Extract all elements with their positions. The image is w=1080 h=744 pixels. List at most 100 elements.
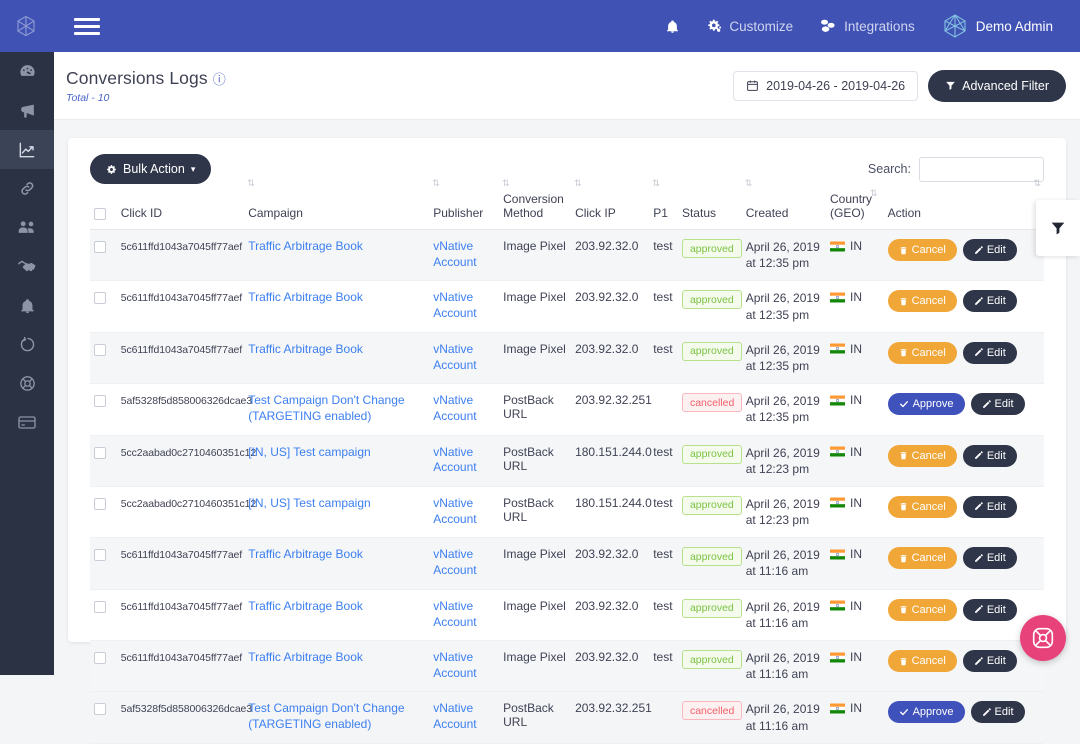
sidebar-item-support[interactable]: [0, 364, 54, 403]
select-all-checkbox[interactable]: [94, 208, 106, 220]
publisher-link[interactable]: vNative Account: [433, 239, 476, 269]
edit-button[interactable]: Edit: [963, 547, 1017, 569]
row-checkbox[interactable]: [94, 652, 106, 664]
edit-button[interactable]: Edit: [963, 599, 1017, 621]
sidebar-item-campaigns[interactable]: [0, 91, 54, 130]
campaign-link[interactable]: Test Campaign Don't Change (TARGETING en…: [248, 701, 404, 731]
sort-updown-icon[interactable]: ⇅: [247, 179, 255, 188]
sort-updown-icon[interactable]: ⇅: [652, 179, 660, 188]
column-status[interactable]: Status: [678, 190, 742, 230]
sidebar-item-automation[interactable]: [0, 325, 54, 364]
sidebar-item-dashboard[interactable]: [0, 52, 54, 91]
edit-button[interactable]: Edit: [971, 393, 1025, 415]
column-publisher[interactable]: ⇅ Publisher: [429, 190, 499, 230]
column-created[interactable]: ⇅ Created: [742, 190, 826, 230]
column-country[interactable]: ⇅ Country (GEO): [826, 190, 884, 230]
customize-button[interactable]: Customize: [693, 18, 806, 34]
sort-updown-icon[interactable]: ⇅: [574, 179, 582, 188]
trash-icon: [899, 246, 908, 255]
sort-updown-icon[interactable]: ⇅: [745, 179, 753, 188]
advanced-filter-button[interactable]: Advanced Filter: [928, 70, 1066, 102]
search-input[interactable]: [919, 157, 1044, 182]
campaign-link[interactable]: Traffic Arbitrage Book: [248, 599, 363, 613]
cell-publisher: vNative Account: [429, 641, 499, 692]
publisher-link[interactable]: vNative Account: [433, 701, 476, 731]
publisher-link[interactable]: vNative Account: [433, 650, 476, 680]
edit-button[interactable]: Edit: [963, 496, 1017, 518]
cell-status: cancelled: [678, 692, 742, 743]
edit-button[interactable]: Edit: [963, 650, 1017, 672]
publisher-link[interactable]: vNative Account: [433, 290, 476, 320]
hamburger-menu-button[interactable]: [74, 18, 100, 35]
column-campaign[interactable]: ⇅ Campaign: [244, 190, 429, 230]
cancel-button[interactable]: Cancel: [888, 650, 957, 672]
campaign-link[interactable]: Traffic Arbitrage Book: [248, 239, 363, 253]
edit-button[interactable]: Edit: [963, 445, 1017, 467]
row-checkbox[interactable]: [94, 703, 106, 715]
cancel-button[interactable]: Cancel: [888, 496, 957, 518]
question-circle-icon[interactable]: ⓘ: [213, 69, 226, 88]
edit-button[interactable]: Edit: [971, 701, 1025, 723]
user-menu[interactable]: Demo Admin: [928, 12, 1066, 40]
publisher-link[interactable]: vNative Account: [433, 599, 476, 629]
cancel-button[interactable]: Cancel: [888, 239, 957, 261]
cancel-button[interactable]: Cancel: [888, 290, 957, 312]
sidebar-item-billing[interactable]: [0, 403, 54, 442]
campaign-link[interactable]: [IN, US] Test campaign: [248, 496, 371, 510]
publisher-link[interactable]: vNative Account: [433, 393, 476, 423]
row-checkbox[interactable]: [94, 292, 106, 304]
cancel-button[interactable]: Cancel: [888, 342, 957, 364]
campaign-link[interactable]: Traffic Arbitrage Book: [248, 650, 363, 664]
app-logo[interactable]: [0, 0, 52, 52]
edit-button[interactable]: Edit: [963, 290, 1017, 312]
column-click-ip[interactable]: ⇅ Click IP: [571, 190, 649, 230]
cancel-button[interactable]: Cancel: [888, 599, 957, 621]
row-checkbox[interactable]: [94, 498, 106, 510]
date-range-picker[interactable]: 2019-04-26 - 2019-04-26: [733, 71, 918, 101]
campaign-link[interactable]: Traffic Arbitrage Book: [248, 342, 363, 356]
sort-updown-icon[interactable]: ⇅: [870, 189, 878, 198]
row-checkbox[interactable]: [94, 447, 106, 459]
sidebar-item-partners[interactable]: [0, 247, 54, 286]
publisher-link[interactable]: vNative Account: [433, 547, 476, 577]
table-row: 5c611ffd1043a7045ff77aefTraffic Arbitrag…: [90, 332, 1044, 383]
search-area: Search:: [868, 157, 1044, 182]
campaign-link[interactable]: Test Campaign Don't Change (TARGETING en…: [248, 393, 404, 423]
sort-updown-icon[interactable]: ⇅: [1033, 179, 1041, 188]
bulk-action-button[interactable]: Bulk Action ▾: [90, 154, 211, 184]
row-checkbox[interactable]: [94, 601, 106, 613]
sort-updown-icon[interactable]: ⇅: [502, 179, 510, 188]
campaign-link[interactable]: [IN, US] Test campaign: [248, 445, 371, 459]
publisher-link[interactable]: vNative Account: [433, 445, 476, 475]
approve-button[interactable]: Approve: [888, 393, 965, 415]
approve-button[interactable]: Approve: [888, 701, 965, 723]
sidebar-item-reports[interactable]: [0, 130, 54, 169]
campaign-link[interactable]: Traffic Arbitrage Book: [248, 547, 363, 561]
side-filter-tab[interactable]: [1036, 200, 1080, 256]
support-fab-button[interactable]: [1020, 615, 1066, 661]
row-checkbox[interactable]: [94, 344, 106, 356]
column-p1[interactable]: ⇅ P1: [649, 190, 678, 230]
column-click-id[interactable]: Click ID: [117, 190, 244, 230]
sidebar-item-users[interactable]: [0, 208, 54, 247]
country-code: IN: [850, 342, 862, 356]
campaign-link[interactable]: Traffic Arbitrage Book: [248, 290, 363, 304]
edit-button[interactable]: Edit: [963, 342, 1017, 364]
cancel-button[interactable]: Cancel: [888, 445, 957, 467]
flag-in-icon: [830, 241, 845, 252]
row-checkbox[interactable]: [94, 395, 106, 407]
integrations-button[interactable]: Integrations: [806, 18, 928, 34]
cell-publisher: vNative Account: [429, 230, 499, 281]
sidebar-item-links[interactable]: [0, 169, 54, 208]
sort-updown-icon[interactable]: ⇅: [432, 179, 440, 188]
notifications-bell-button[interactable]: [652, 19, 693, 34]
publisher-link[interactable]: vNative Account: [433, 496, 476, 526]
publisher-link[interactable]: vNative Account: [433, 342, 476, 372]
cell-campaign: [IN, US] Test campaign: [244, 435, 429, 486]
row-checkbox[interactable]: [94, 241, 106, 253]
edit-button[interactable]: Edit: [963, 239, 1017, 261]
sidebar-item-notifications[interactable]: [0, 286, 54, 325]
cancel-button[interactable]: Cancel: [888, 547, 957, 569]
column-conversion-method[interactable]: ⇅ Conversion Method: [499, 190, 571, 230]
row-checkbox[interactable]: [94, 549, 106, 561]
